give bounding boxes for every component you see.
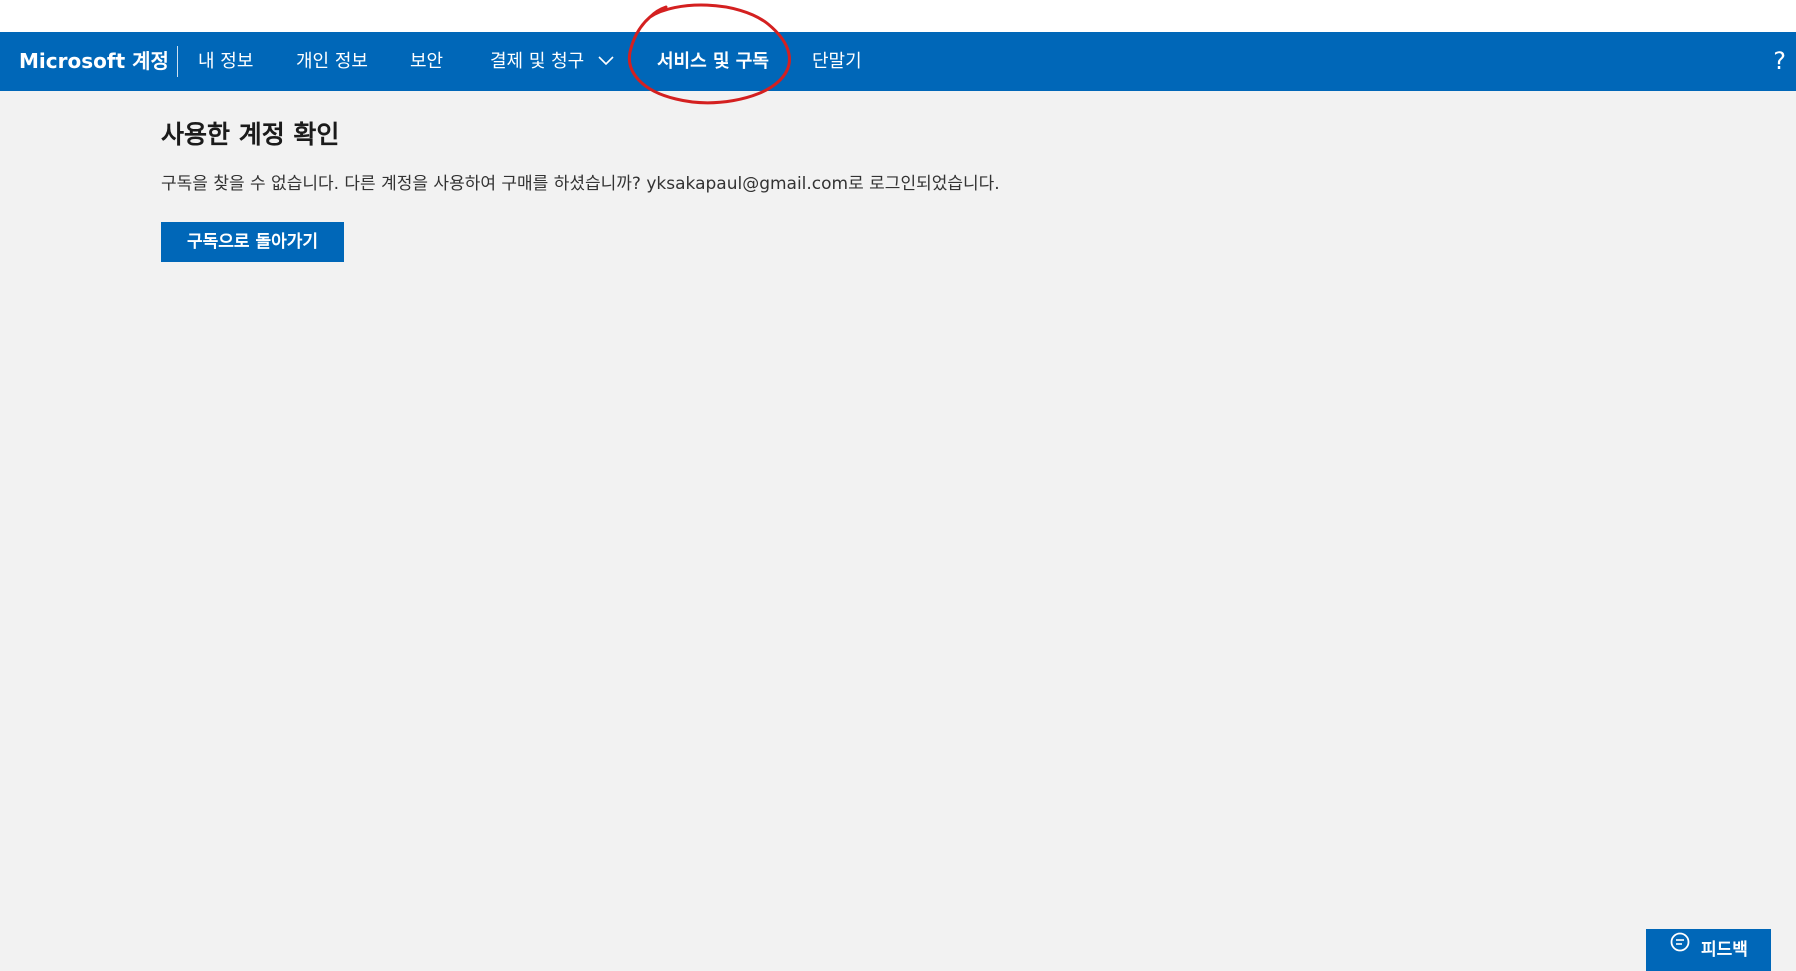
main-content: 사용한 계정 확인 구독을 찾을 수 없습니다. 다른 계정을 사용하여 구매를… xyxy=(161,118,1611,262)
chevron-down-icon xyxy=(598,31,614,90)
top-navigation-bar: Microsoft 계정 내 정보 개인 정보 보안 결제 및 청구 서비스 및… xyxy=(0,32,1796,91)
nav-payment-billing-label: 결제 및 청구 xyxy=(490,51,585,72)
brand-title[interactable]: Microsoft 계정 xyxy=(19,32,169,91)
feedback-icon xyxy=(1669,927,1691,969)
page-title: 사용한 계정 확인 xyxy=(161,120,340,149)
brand-divider xyxy=(177,46,178,77)
nav-payment-billing[interactable]: 결제 및 청구 xyxy=(490,32,614,91)
nav-devices[interactable]: 단말기 xyxy=(812,32,862,91)
back-to-subscriptions-button[interactable]: 구독으로 돌아가기 xyxy=(161,222,345,262)
nav-privacy[interactable]: 개인 정보 xyxy=(296,32,368,91)
feedback-label: 피드백 xyxy=(1701,940,1748,960)
top-strip xyxy=(0,0,1796,32)
help-icon[interactable]: ? xyxy=(1773,32,1786,91)
nav-services-subscriptions[interactable]: 서비스 및 구독 xyxy=(657,32,769,91)
no-subscription-message: 구독을 찾을 수 없습니다. 다른 계정을 사용하여 구매를 하셨습니까? yk… xyxy=(161,174,1000,194)
feedback-button[interactable]: 피드백 xyxy=(1646,929,1771,971)
nav-my-info[interactable]: 내 정보 xyxy=(198,32,253,91)
nav-security[interactable]: 보안 xyxy=(410,32,443,91)
